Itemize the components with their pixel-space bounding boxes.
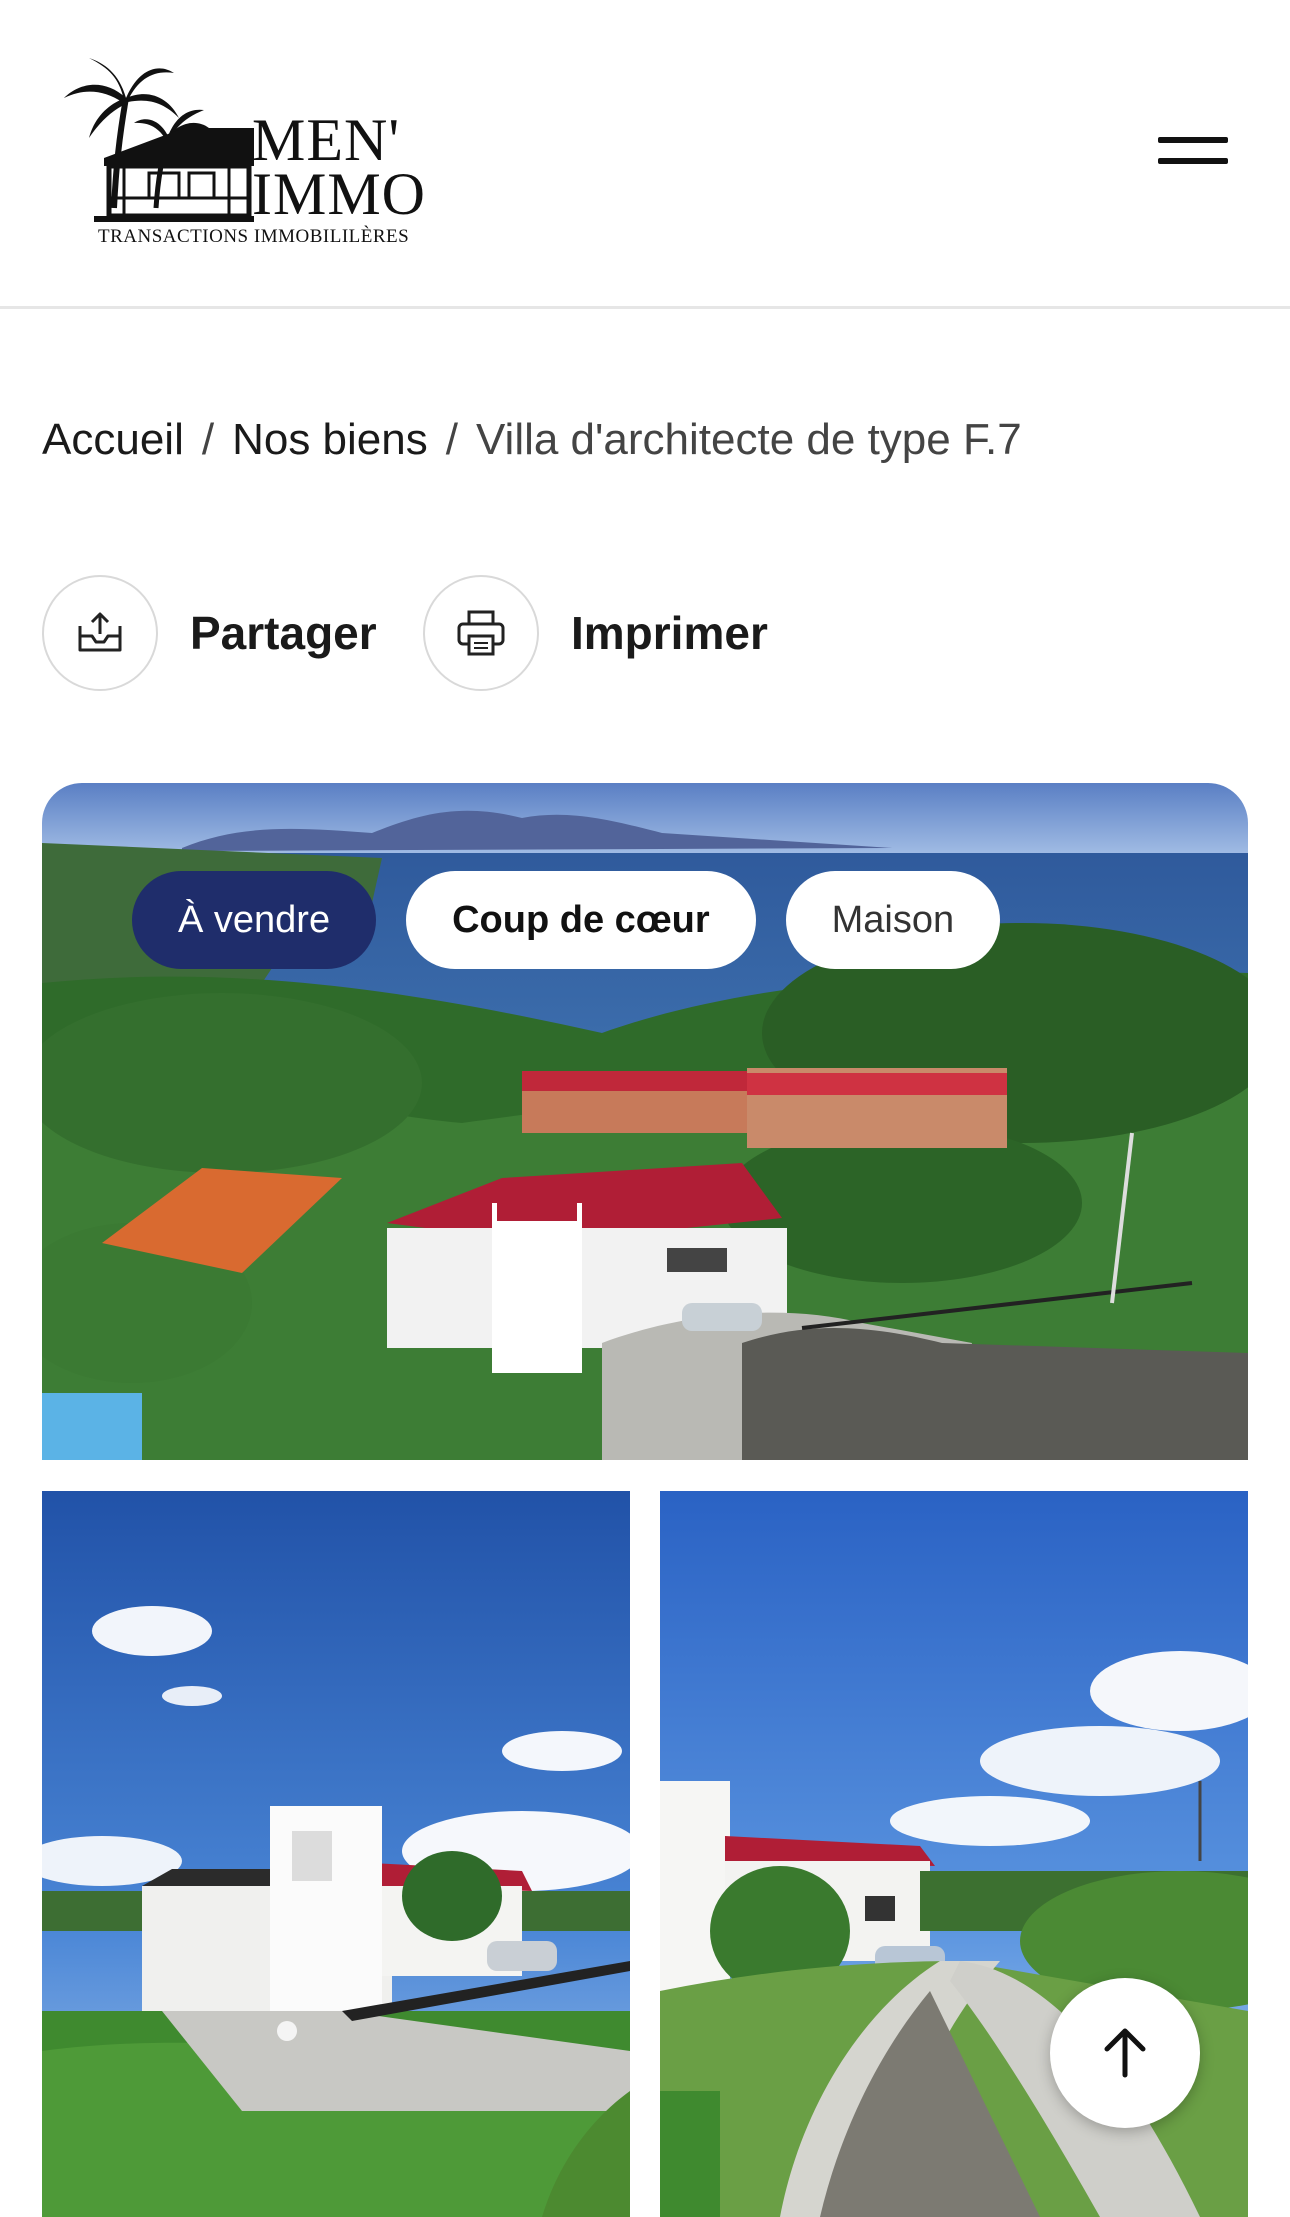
- villa-tower-photo: [42, 1491, 630, 2217]
- status-badge: À vendre: [132, 871, 377, 969]
- breadcrumb-link-home[interactable]: Accueil: [42, 415, 184, 464]
- share-label: Partager: [190, 607, 377, 659]
- logo[interactable]: MEN' IMMO TRANSACTIONS IMMOBILILÈRES: [64, 58, 434, 253]
- printer-icon: [457, 610, 505, 656]
- print-button[interactable]: Imprimer: [423, 573, 768, 693]
- main-photo[interactable]: À vendre Coup de cœur Maison: [42, 783, 1248, 1460]
- share-button[interactable]: Partager: [42, 573, 377, 693]
- hamburger-menu-icon-bar: [1158, 158, 1228, 164]
- listing-badges: À vendre Coup de cœur Maison: [132, 871, 1001, 969]
- menu-button[interactable]: [1158, 130, 1230, 170]
- breadcrumb-separator: /: [201, 415, 215, 464]
- breadcrumb: Accueil / Nos biens / Villa d'architecte de …: [42, 410, 1022, 470]
- print-label: Imprimer: [571, 607, 768, 659]
- logo-tagline: TRANSACTIONS IMMOBILILÈRES: [98, 226, 410, 247]
- palm-house-logo-icon: [64, 58, 254, 222]
- printer-icon-circle: [423, 575, 539, 691]
- hamburger-menu-icon: [1158, 137, 1228, 143]
- scroll-to-top-button[interactable]: [1050, 1978, 1200, 2128]
- highlight-badge: Coup de cœur: [406, 871, 756, 969]
- share-icon: [78, 612, 122, 652]
- share-icon-circle: [42, 575, 158, 691]
- breadcrumb-separator: /: [445, 415, 458, 464]
- breadcrumb-link-listings[interactable]: Nos biens: [232, 415, 428, 464]
- arrow-up-icon: [1104, 2028, 1146, 2078]
- breadcrumb-current: Villa d'architecte de type F.7: [475, 415, 1022, 464]
- site-header: MEN' IMMO TRANSACTIONS IMMOBILILÈRES: [0, 0, 1290, 309]
- gallery-photo-1[interactable]: [42, 1491, 630, 2217]
- property-type-badge: Maison: [785, 871, 1001, 969]
- logo-name-line2: IMMO: [252, 161, 427, 227]
